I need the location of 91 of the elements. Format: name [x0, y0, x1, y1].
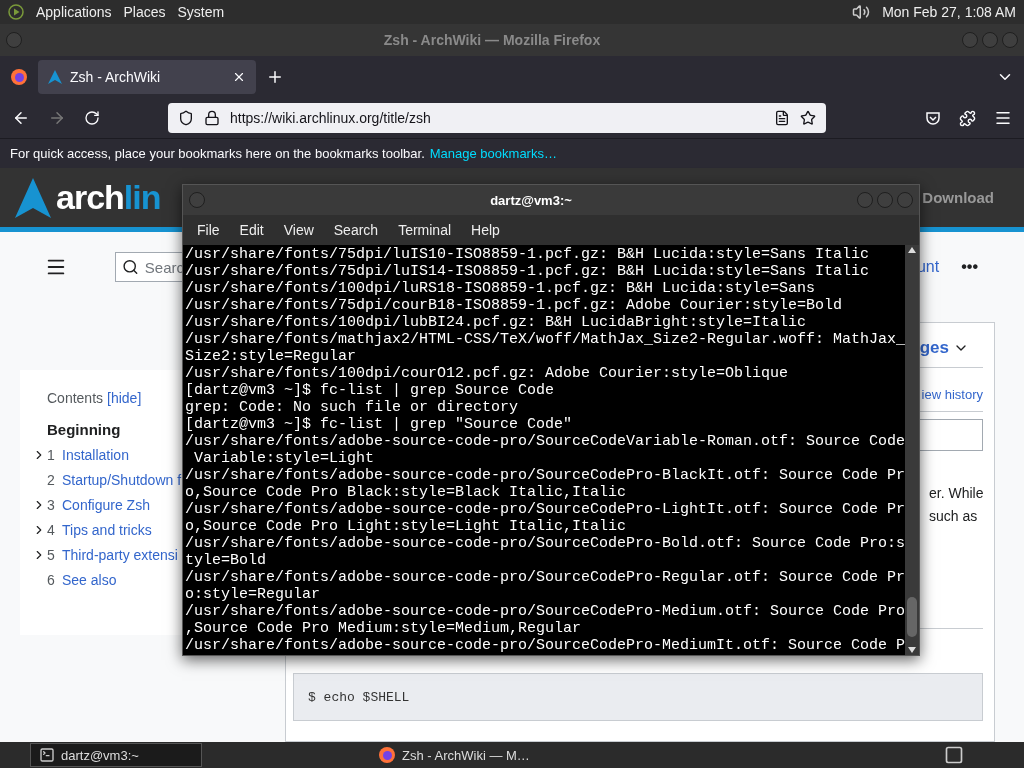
terminal-line: /usr/share/fonts/100dpi/courO12.pcf.gz: Adobe Courier:style=Oblique — [185, 365, 790, 382]
terminal-line: /usr/share/fonts/adobe-source-code-pro/SourceCodePro-Bold.otf: Source Code Pro:s — [185, 535, 905, 552]
search-field[interactable]: Searc — [115, 252, 184, 282]
menu-icon[interactable] — [994, 109, 1012, 127]
toc-link[interactable]: See also — [62, 572, 117, 588]
browser-tab[interactable]: Zsh - ArchWiki — [38, 60, 256, 94]
terminal-line: o,Source Code Pro Light:style=Light Italic,Italic — [185, 518, 628, 535]
terminal-line: /usr/share/fonts/mathjax2/HTML-CSS/TeX/woff/MathJax_Size2-Regular.woff: MathJax_ — [185, 331, 905, 348]
terminal-line: /usr/share/fonts/adobe-source-code-pro/SourceCodePro-MediumIt.otf: Source Code P — [185, 637, 905, 654]
pocket-icon[interactable] — [925, 110, 941, 126]
menu-item[interactable]: Terminal — [388, 222, 462, 238]
terminal-line: tyle=Bold — [185, 552, 267, 569]
window-title: Zsh - ArchWiki — Mozilla Firefox — [382, 32, 602, 48]
close-icon[interactable] — [232, 70, 246, 84]
toc-link[interactable]: Tips and tricks — [62, 522, 152, 538]
toc-link[interactable]: Third-party extensi — [62, 547, 178, 563]
arch-icon — [48, 70, 62, 84]
toc-number: 5 — [47, 547, 56, 563]
terminal-line: ,Source Code Pro Medium:style=Medium,Regular — [185, 620, 583, 637]
terminal-line: o:style=Regular — [185, 586, 322, 603]
new-tab-icon[interactable] — [266, 68, 284, 86]
terminal-line: Size2:style=Regular — [185, 348, 358, 365]
volume-icon[interactable] — [852, 3, 871, 21]
view-history-link[interactable]: iew history — [921, 386, 983, 404]
taskbar-button[interactable]: dartz@vm3:~ — [30, 743, 202, 767]
toc-number: 1 — [47, 447, 56, 463]
hide-link[interactable]: [hide] — [107, 390, 142, 406]
panel-menu[interactable]: Applications — [36, 4, 112, 20]
terminal-line: /usr/share/fonts/100dpi/lubBI24.pcf.gz: B&H LucidaBright:style=Italic — [185, 314, 808, 331]
reader-icon[interactable] — [774, 110, 790, 126]
toc-number: 2 — [47, 472, 56, 488]
terminal-line: o,Source Code Pro Black:style=Black Italic,Italic — [185, 484, 628, 501]
taskbar-button[interactable]: Zsh - ArchWiki — M… — [370, 743, 550, 767]
manage-bookmarks-link[interactable]: Manage bookmarks… — [429, 146, 557, 161]
star-icon[interactable] — [800, 110, 816, 126]
lock-icon[interactable] — [204, 110, 220, 126]
toc-link[interactable]: Configure Zsh — [62, 497, 150, 513]
forward-icon[interactable] — [48, 109, 66, 127]
languages-link[interactable]: ges — [919, 338, 969, 358]
toc-link[interactable]: Installation — [62, 447, 129, 463]
code-block: $ echo $SHELL — [293, 673, 983, 721]
scroll-down-icon[interactable] — [908, 647, 916, 653]
shield-icon[interactable] — [178, 110, 194, 126]
extensions-icon[interactable] — [959, 109, 976, 127]
toc-number: 3 — [47, 497, 56, 513]
arch-logo[interactable]: archlin — [15, 177, 161, 218]
reload-icon[interactable] — [84, 110, 100, 126]
browser-icon — [378, 746, 396, 764]
terminal-line: Variable:style=Light — [193, 450, 376, 467]
window-title: dartz@vm3:~ — [489, 192, 573, 208]
more-icon[interactable]: ••• — [961, 258, 978, 276]
menu-logo-icon[interactable] — [8, 4, 24, 20]
terminal-icon — [39, 747, 55, 763]
article-text: such as — [929, 507, 979, 526]
show-desktop-icon[interactable] — [944, 745, 964, 765]
terminal-line: /usr/share/fonts/75dpi/courB18-ISO8859-1.pcf.gz: Adobe Courier:style=Bold — [185, 297, 844, 314]
back-icon[interactable] — [12, 109, 30, 127]
terminal-line: grep: Code: No such file or directory — [185, 399, 520, 416]
browser-icon[interactable] — [10, 68, 28, 86]
article-text: er. While — [929, 484, 983, 503]
terminal-line: /usr/share/fonts/adobe-source-code-pro/SourceCodePro-BlackIt.otf: Source Code Pr — [185, 467, 905, 484]
scroll-up-icon[interactable] — [908, 247, 916, 253]
terminal-line: /usr/share/fonts/100dpi/luRS18-ISO8859-1.pcf.gz: B&H Lucida:style=Sans — [185, 280, 817, 297]
bookmarks-hint: For quick access, place your bookmarks here on the bookmarks toolbar. — [10, 146, 425, 161]
panel-menu[interactable]: System — [177, 4, 225, 20]
input-field[interactable] — [917, 419, 983, 451]
menu-item[interactable]: Search — [323, 222, 389, 238]
terminal-line: [dartz@vm3 ~]$ fc-list | grep Source Code — [185, 382, 556, 399]
terminal-line: /usr/share/fonts/75dpi/luIS14-ISO8859-1.pcf.gz: B&H Lucida:style=Sans Italic — [185, 263, 871, 280]
toc-number: 4 — [47, 522, 56, 538]
download-link[interactable]: Download — [922, 189, 994, 206]
url-field[interactable]: https://wiki.archlinux.org/title/zsh — [168, 103, 826, 133]
search-icon — [122, 257, 139, 277]
scroll-thumb[interactable] — [907, 597, 917, 637]
terminal-line: [dartz@vm3 ~]$ fc-list | grep "Source Code" — [185, 416, 574, 433]
toc-heading[interactable]: Beginning — [47, 421, 121, 438]
contents-title: Contents — [47, 390, 104, 406]
clock: Mon Feb 27, 1:08 AM — [882, 4, 1016, 20]
terminal-line: /usr/share/fonts/adobe-source-code-pro/SourceCodePro-Medium.otf: Source Code Pro — [185, 603, 905, 620]
panel-menu[interactable]: Places — [123, 4, 166, 20]
menu-item[interactable]: Edit — [229, 222, 274, 238]
toc-number: 6 — [47, 572, 56, 588]
menu-item[interactable]: Help — [461, 222, 510, 238]
menu-item[interactable]: File — [187, 222, 230, 238]
toc-link[interactable]: Startup/Shutdown f — [62, 472, 182, 488]
terminal-line: /usr/share/fonts/adobe-source-code-pro/SourceCodePro-LightIt.otf: Source Code Pr — [185, 501, 905, 518]
terminal-line: /usr/share/fonts/adobe-source-code-pro/SourceCodeVariable-Roman.otf: Source Code — [185, 433, 905, 450]
terminal-line: /usr/share/fonts/adobe-source-code-pro/SourceCodePro-Regular.otf: Source Code Pr — [185, 569, 905, 586]
menu-item[interactable]: View — [273, 222, 324, 238]
scrollbar[interactable] — [905, 245, 919, 655]
terminal-line: /usr/share/fonts/75dpi/luIS10-ISO8859-1.pcf.gz: B&H Lucida:style=Sans Italic — [185, 246, 871, 263]
